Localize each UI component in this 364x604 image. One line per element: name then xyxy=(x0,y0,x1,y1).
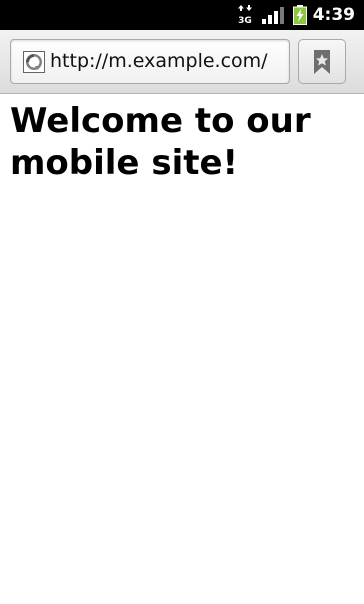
signal-strength-icon xyxy=(262,7,284,24)
battery-charging-icon xyxy=(293,5,307,25)
url-text[interactable]: http://m.example.com/ xyxy=(50,40,268,83)
page-heading: Welcome to our mobile site! xyxy=(10,101,311,183)
web-page-content: Welcome to our mobile site! xyxy=(0,94,364,604)
network-type-label: 3G xyxy=(238,16,252,25)
bookmark-icon xyxy=(314,50,330,74)
bookmarks-button[interactable] xyxy=(298,39,346,84)
phone-screen: 3G 4:39 http://m.example.com/ Welcome to… xyxy=(0,0,364,604)
data-3g-icon: 3G xyxy=(238,5,252,25)
browser-toolbar: http://m.example.com/ xyxy=(0,30,364,94)
url-bar[interactable]: http://m.example.com/ xyxy=(10,39,290,84)
status-clock: 4:39 xyxy=(312,5,355,25)
globe-icon xyxy=(23,51,45,73)
status-bar: 3G 4:39 xyxy=(0,0,364,30)
